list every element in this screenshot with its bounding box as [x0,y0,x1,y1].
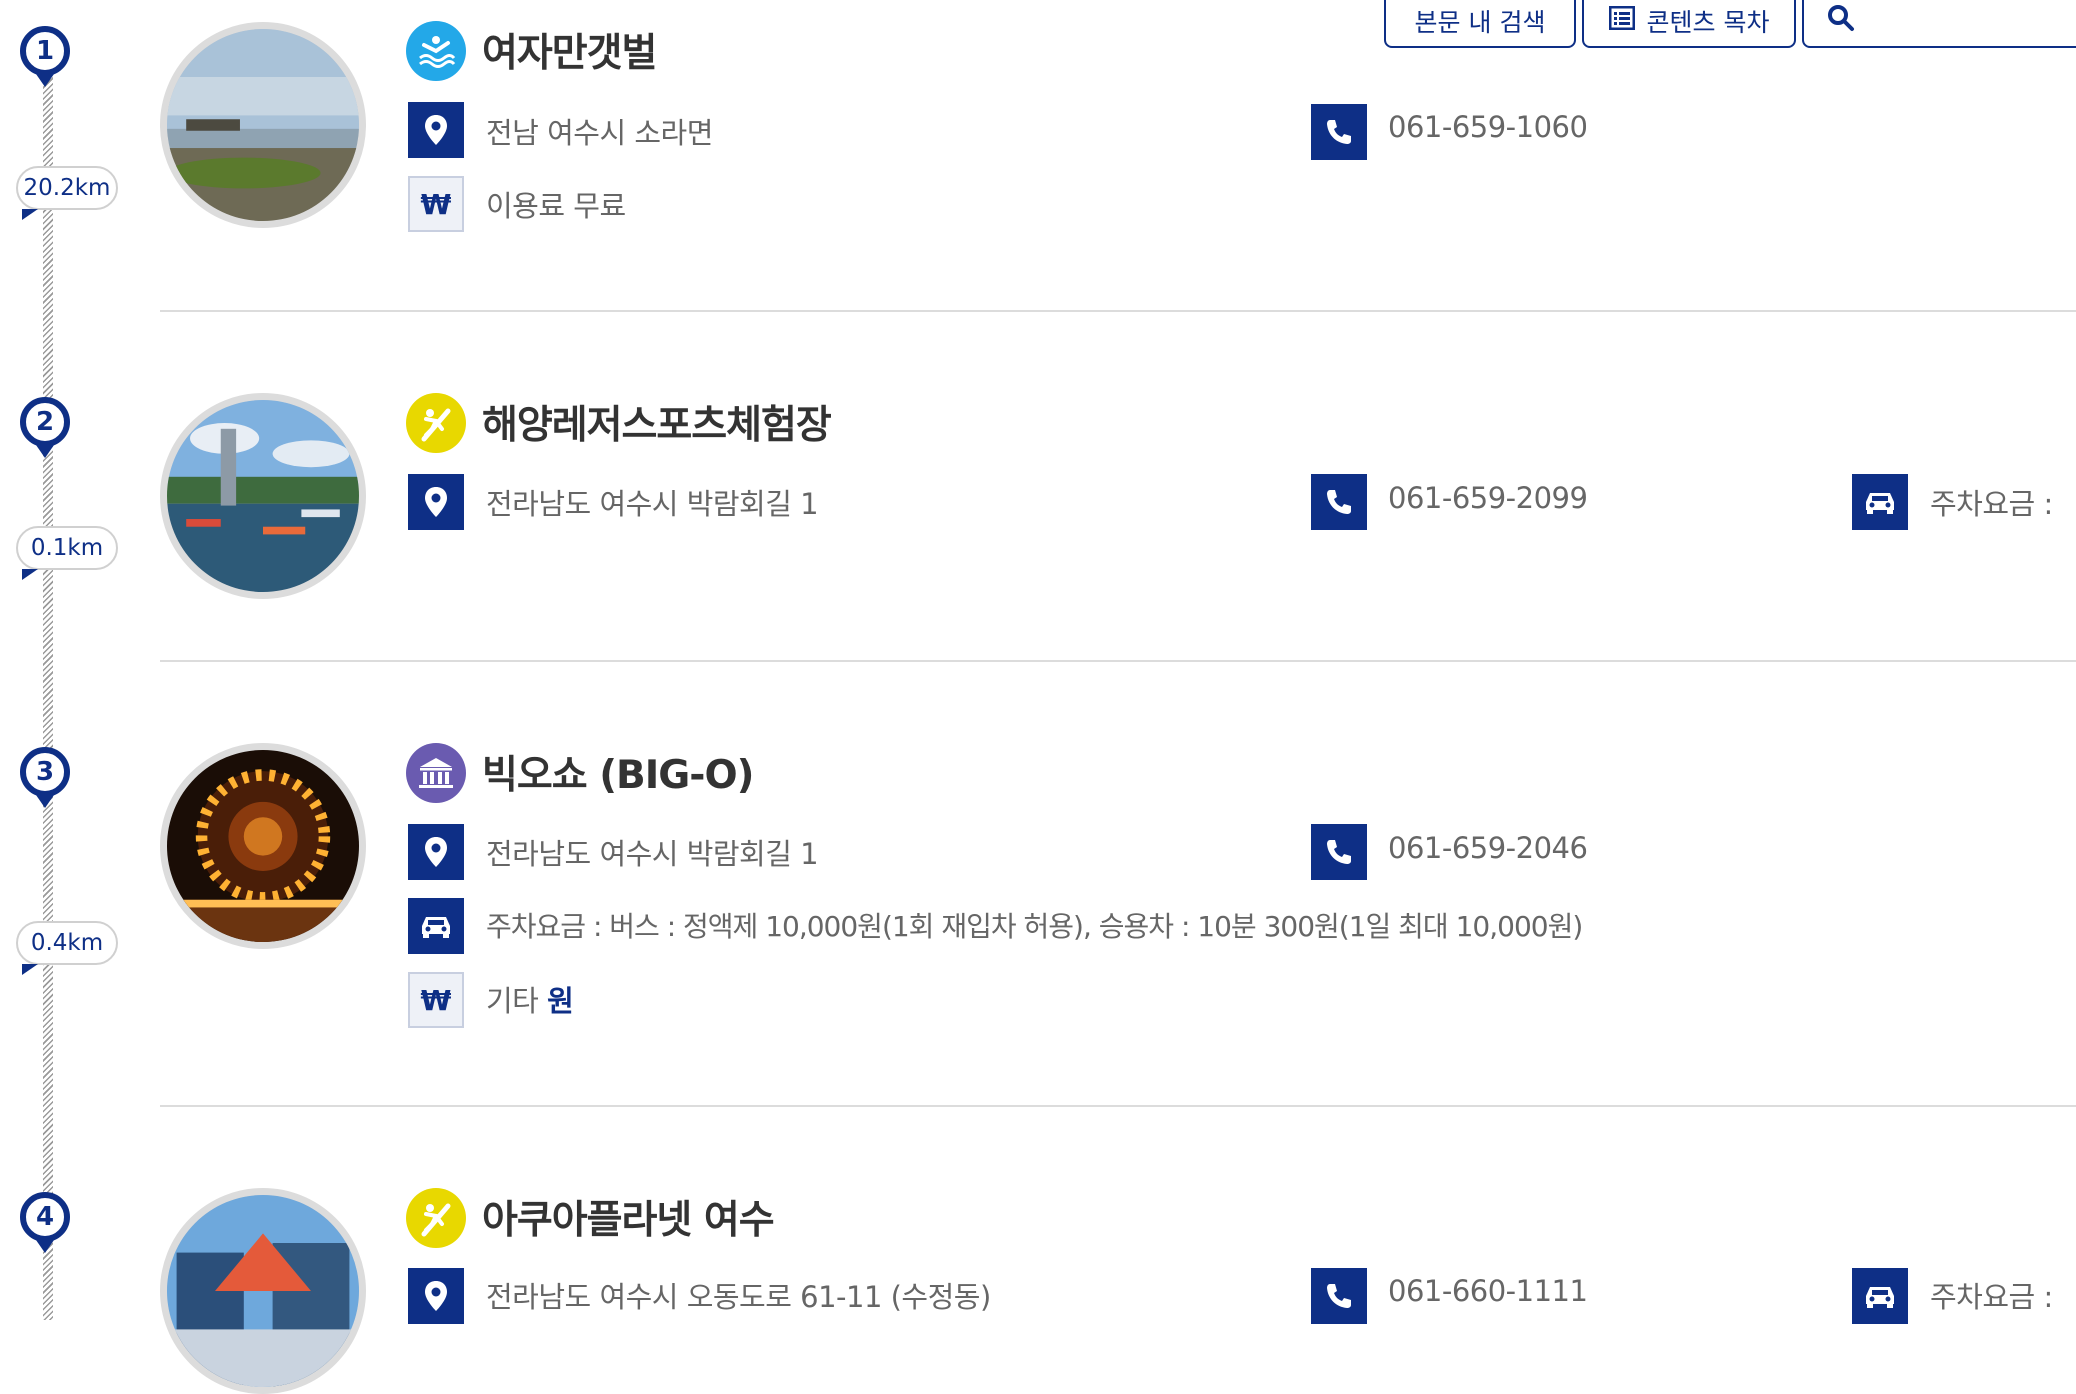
place-3-thumbnail[interactable] [160,743,366,949]
phone-icon [1311,104,1367,160]
phone-icon [1311,824,1367,880]
place-2-parking: 주차요금 : [1930,487,2053,521]
place-4-phone[interactable]: 061-660-1111 [1388,1274,1588,1308]
phone-icon [1311,1268,1367,1324]
car-icon [1852,474,1908,530]
place-3-parking: 주차요금 : 버스 : 정액제 10,000원(1회 재입차 허용), 승용차 … [486,910,1583,943]
step-marker-2: 2 [20,397,70,447]
place-4-title[interactable]: 아쿠아플라넷 여수 [482,1189,775,1245]
place-divider [160,660,2076,662]
route-timeline-line [43,70,53,1320]
surfing-icon [406,393,466,453]
place-3-fee-value: 원 [547,984,574,1018]
car-icon [408,898,464,954]
place-2-title[interactable]: 해양레저스포츠체험장 [482,394,832,450]
place-4-thumbnail[interactable] [160,1188,366,1394]
distance-badge-2-3: 0.1km [16,526,118,580]
place-2-thumbnail[interactable] [160,393,366,599]
step-marker-3: 3 [20,747,70,797]
place-1-title[interactable]: 여자만갯벌 [482,22,657,78]
search-in-content-label: 본문 내 검색 [1414,8,1546,37]
search-input[interactable] [1802,0,2076,48]
phone-icon [1311,474,1367,530]
place-1-thumbnail[interactable] [160,22,366,228]
place-2-phone[interactable]: 061-659-2099 [1388,481,1588,515]
place-3-title[interactable]: 빅오쇼 (BIG-O) [482,744,754,800]
surfing-icon [406,1188,466,1248]
won-currency-icon: ₩ [408,972,464,1028]
distance-badge-3-4: 0.4km [16,921,118,975]
search-in-content-button[interactable]: 본문 내 검색 [1384,0,1576,48]
location-pin-icon [408,824,464,880]
place-2-address: 전라남도 여수시 박람회길 1 [486,487,819,521]
swimmer-icon [406,21,466,81]
won-currency-icon: ₩ [408,176,464,232]
place-1-phone[interactable]: 061-659-1060 [1388,110,1588,144]
table-of-contents-label: 콘텐츠 목차 [1646,8,1770,37]
list-icon [1608,5,1636,36]
place-divider [160,1105,2076,1107]
location-pin-icon [408,102,464,158]
place-3-fee-prefix: 기타 [486,984,539,1018]
museum-icon [406,743,466,803]
step-marker-1: 1 [20,26,70,76]
location-pin-icon [408,1268,464,1324]
magnifier-icon [1826,3,1856,39]
place-1-fee: 이용료 무료 [486,189,626,223]
place-3-fee: 기타 원 [486,978,574,1020]
car-icon [1852,1268,1908,1324]
place-3-address: 전라남도 여수시 박람회길 1 [486,837,819,871]
location-pin-icon [408,474,464,530]
step-marker-4: 4 [20,1192,70,1242]
place-1-address: 전남 여수시 소라면 [486,116,713,150]
table-of-contents-button[interactable]: 콘텐츠 목차 [1582,0,1796,48]
distance-badge-1-2: 20.2km [16,166,118,220]
place-divider [160,310,2076,312]
place-3-phone[interactable]: 061-659-2046 [1388,831,1588,865]
